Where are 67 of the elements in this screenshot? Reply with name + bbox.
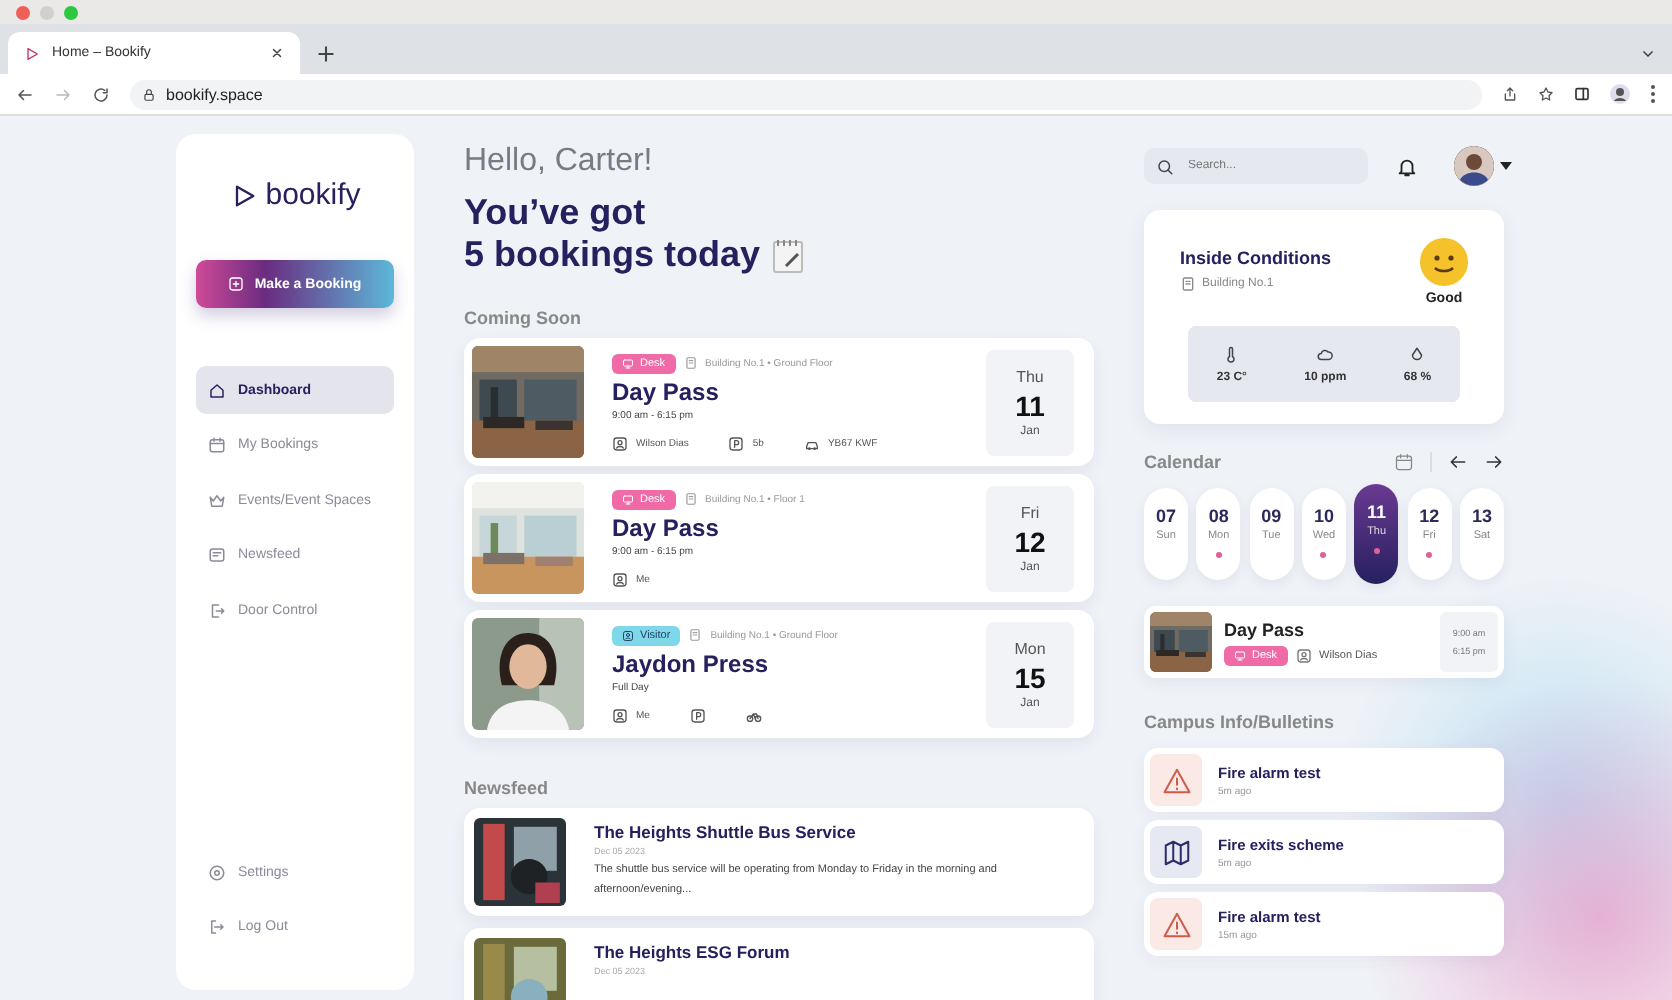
- building-icon: [1180, 276, 1196, 292]
- nav-icon: [208, 436, 226, 454]
- greeting: Hello, Carter!: [464, 144, 655, 180]
- lock-icon: [142, 87, 156, 101]
- search-icon: [1156, 157, 1174, 175]
- menu-icon[interactable]: [1650, 84, 1656, 104]
- parking-icon: [728, 435, 745, 451]
- nav-icon: [208, 491, 226, 509]
- bookmark-star-icon[interactable]: [1538, 86, 1554, 102]
- close-window-button[interactable]: [16, 5, 30, 19]
- booking-title: Day Pass: [612, 513, 721, 541]
- caret-icon[interactable]: [1500, 162, 1512, 170]
- thermometer-icon: [1222, 345, 1241, 363]
- visitor-icon: [622, 629, 634, 641]
- headline: You’ve got: [464, 192, 646, 234]
- map-icon: [1161, 837, 1191, 867]
- parking-icon: [689, 707, 706, 723]
- person-icon: [612, 435, 628, 451]
- booking-title: Jaydon Press: [612, 649, 771, 677]
- nav-icon: [208, 381, 226, 399]
- back-icon[interactable]: [16, 85, 34, 103]
- warning-icon: [1161, 765, 1191, 795]
- tab-list-icon[interactable]: [1640, 46, 1656, 62]
- desk-icon: [622, 357, 634, 369]
- building-icon: [683, 492, 698, 506]
- section-title: Coming Soon: [464, 308, 583, 328]
- desk-icon: [1234, 649, 1246, 661]
- smiley-icon: [1420, 238, 1468, 286]
- desk-icon: [622, 493, 634, 505]
- next-arrow-icon[interactable]: [1484, 452, 1504, 472]
- plus-icon: [228, 276, 245, 292]
- close-tab-icon[interactable]: [270, 46, 284, 60]
- nav-icon: [208, 863, 226, 881]
- news-title: The Heights ESG Forum: [594, 942, 790, 962]
- section-title: Campus Info/Bulletins: [1144, 712, 1337, 732]
- notepad-icon: [772, 237, 805, 273]
- tab-logo-icon: [24, 45, 40, 61]
- previous-arrow-icon[interactable]: [1448, 452, 1468, 472]
- calendar-icon[interactable]: [1394, 452, 1414, 472]
- event-title: Day Pass: [1224, 619, 1307, 639]
- nav-icon: [208, 601, 226, 619]
- nav-icon: [208, 918, 226, 936]
- nav-icon: [208, 546, 226, 564]
- person-icon: [612, 571, 628, 587]
- news-title: The Heights Shuttle Bus Service: [594, 822, 858, 842]
- section-title: Calendar: [1144, 452, 1224, 472]
- card-title: Inside Conditions: [1180, 248, 1331, 268]
- building-icon: [683, 356, 698, 370]
- warning-icon: [1161, 909, 1191, 939]
- logo-text: bookify: [265, 178, 361, 212]
- reload-icon[interactable]: [92, 85, 110, 103]
- building-icon: [688, 628, 703, 642]
- share-icon[interactable]: [1502, 86, 1518, 102]
- profile-icon[interactable]: [1610, 84, 1630, 104]
- drop-icon: [1408, 345, 1427, 363]
- address-text[interactable]: bookify.space: [166, 85, 263, 103]
- bicycle-icon: [745, 707, 762, 723]
- new-tab-icon[interactable]: [316, 44, 336, 64]
- cloud-icon: [1316, 345, 1335, 363]
- section-title: Newsfeed: [464, 778, 551, 798]
- avatar[interactable]: [1454, 146, 1494, 186]
- headline: 5 bookings today: [464, 234, 761, 276]
- booking-title: Day Pass: [612, 377, 721, 405]
- person-icon: [612, 707, 628, 723]
- side-panel-icon[interactable]: [1574, 86, 1590, 102]
- person-icon: [1295, 647, 1312, 663]
- bell-icon[interactable]: [1396, 155, 1418, 177]
